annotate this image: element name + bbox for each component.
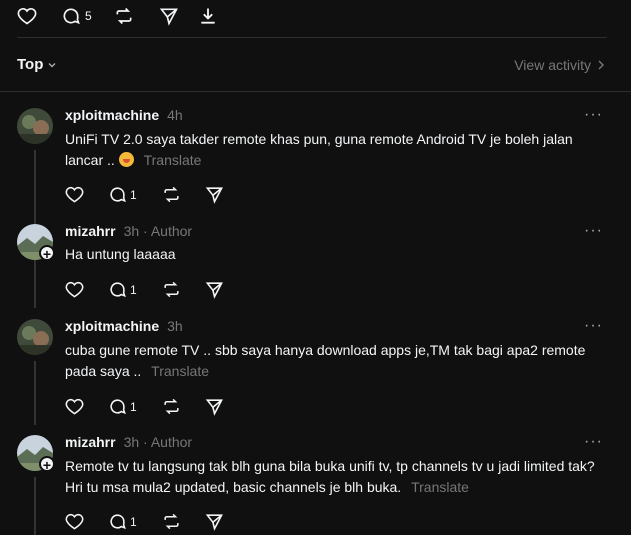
reply-button[interactable]: 1 bbox=[108, 512, 137, 531]
comment-icon bbox=[110, 187, 126, 203]
heart-icon bbox=[65, 186, 84, 203]
post-action-bar: 5 bbox=[0, 0, 631, 38]
comment-icon bbox=[110, 514, 126, 530]
repost-icon bbox=[164, 513, 179, 530]
chevron-right-icon bbox=[598, 60, 604, 70]
comment-icon bbox=[63, 8, 80, 25]
send-icon bbox=[159, 8, 178, 26]
send-icon bbox=[205, 282, 223, 299]
avatar[interactable] bbox=[17, 319, 53, 355]
timestamp: 3h bbox=[123, 434, 140, 450]
reply-button[interactable]: 1 bbox=[108, 397, 137, 416]
translate-link[interactable]: Translate bbox=[144, 152, 202, 168]
timestamp: 3h bbox=[123, 223, 140, 239]
more-options-button[interactable]: ··· bbox=[584, 317, 603, 335]
send-icon bbox=[205, 399, 223, 416]
reply-text: Ha untung laaaaa bbox=[65, 246, 176, 262]
reply-count: 1 bbox=[130, 399, 137, 414]
comment-icon bbox=[110, 399, 126, 415]
repost-icon bbox=[164, 186, 179, 203]
view-activity-link[interactable]: View activity bbox=[514, 57, 605, 73]
reply-text: cuba gune remote TV .. sbb saya hanya do… bbox=[65, 342, 586, 379]
thread-line bbox=[34, 477, 36, 535]
reply-actions: 1 bbox=[65, 185, 245, 205]
share-button[interactable] bbox=[205, 397, 224, 416]
repost-button[interactable] bbox=[114, 6, 134, 26]
username[interactable]: mizahrr 3h · Author bbox=[65, 434, 192, 450]
reply-count: 1 bbox=[130, 514, 137, 529]
author-badge: · Author bbox=[143, 434, 193, 450]
translate-link[interactable]: Translate bbox=[151, 363, 209, 379]
send-icon bbox=[205, 514, 223, 531]
send-icon bbox=[205, 187, 223, 204]
like-button[interactable] bbox=[65, 512, 84, 531]
view-activity-label: View activity bbox=[514, 57, 591, 73]
comment-icon bbox=[110, 282, 126, 298]
username[interactable]: xploitmachine 4h bbox=[65, 107, 183, 123]
avatar[interactable] bbox=[17, 108, 53, 144]
repost-button[interactable] bbox=[162, 280, 181, 299]
divider bbox=[0, 91, 631, 92]
repost-icon bbox=[116, 7, 132, 25]
reply-count: 1 bbox=[130, 282, 137, 297]
like-button[interactable] bbox=[65, 280, 84, 299]
sort-dropdown[interactable]: Top bbox=[17, 56, 57, 73]
like-button[interactable] bbox=[65, 397, 84, 416]
reply-button[interactable]: 1 bbox=[108, 280, 137, 299]
repost-icon bbox=[164, 281, 179, 298]
follow-plus-icon[interactable]: + bbox=[39, 456, 55, 473]
reply-actions: 1 bbox=[65, 397, 245, 417]
share-button[interactable] bbox=[205, 512, 224, 531]
repost-button[interactable] bbox=[162, 185, 181, 204]
translate-link[interactable]: Translate bbox=[411, 479, 469, 495]
heart-icon bbox=[17, 7, 37, 25]
download-icon bbox=[201, 8, 215, 24]
more-options-button[interactable]: ··· bbox=[584, 222, 603, 240]
reply-actions: 1 bbox=[65, 512, 245, 532]
thread-line bbox=[34, 361, 36, 425]
more-options-button[interactable]: ··· bbox=[584, 433, 603, 451]
repost-button[interactable] bbox=[162, 397, 181, 416]
like-button[interactable] bbox=[65, 185, 84, 204]
reply-count: 5 bbox=[85, 9, 92, 23]
share-button[interactable] bbox=[205, 185, 224, 204]
heart-icon bbox=[65, 513, 84, 530]
timestamp: 4h bbox=[167, 107, 183, 123]
download-button[interactable] bbox=[198, 6, 218, 26]
sort-label: Top bbox=[17, 56, 44, 73]
share-button[interactable] bbox=[205, 280, 224, 299]
username[interactable]: xploitmachine 3h bbox=[65, 318, 183, 334]
reply-text: Remote tv tu langsung tak blh guna bila … bbox=[65, 458, 595, 495]
emoji-icon bbox=[118, 152, 134, 167]
thread-line bbox=[34, 266, 36, 308]
more-options-button[interactable]: ··· bbox=[584, 106, 603, 124]
username[interactable]: mizahrr 3h · Author bbox=[65, 223, 192, 239]
repost-button[interactable] bbox=[162, 512, 181, 531]
reply-text: UniFi TV 2.0 saya takder remote khas pun… bbox=[65, 131, 573, 168]
share-button[interactable] bbox=[159, 6, 179, 26]
chevron-down-icon bbox=[48, 62, 56, 67]
reply-button[interactable]: 5 bbox=[61, 6, 92, 26]
reply-count: 1 bbox=[130, 187, 137, 202]
like-button[interactable] bbox=[17, 6, 37, 26]
author-badge: · Author bbox=[143, 223, 193, 239]
divider bbox=[17, 37, 607, 38]
heart-icon bbox=[65, 281, 84, 298]
reply-button[interactable]: 1 bbox=[108, 185, 137, 204]
timestamp: 3h bbox=[167, 318, 183, 334]
repost-icon bbox=[164, 398, 179, 415]
heart-icon bbox=[65, 398, 84, 415]
reply-actions: 1 bbox=[65, 280, 245, 300]
follow-plus-icon[interactable]: + bbox=[39, 245, 55, 262]
